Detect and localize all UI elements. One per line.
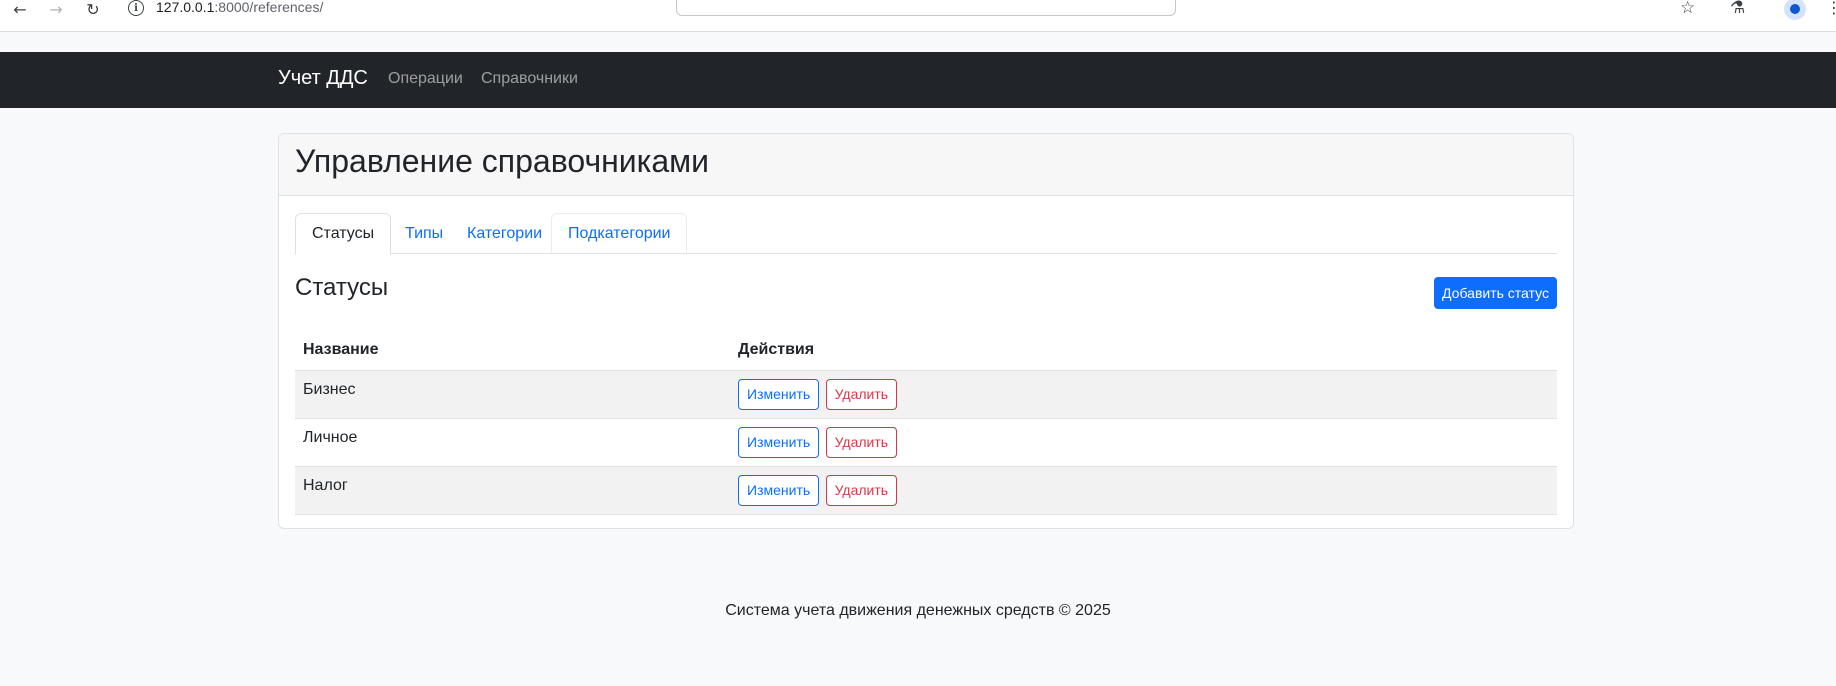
row-actions: Изменить Удалить	[730, 418, 1557, 467]
row-name: Личное	[295, 418, 730, 467]
back-icon[interactable]: ←	[10, 0, 30, 19]
table-row: Налог Изменить Удалить	[295, 466, 1557, 515]
edit-button[interactable]: Изменить	[738, 426, 820, 458]
nav-link-operations[interactable]: Операции	[388, 70, 463, 88]
row-actions: Изменить Удалить	[730, 466, 1557, 515]
table-row: Бизнес Изменить Удалить	[295, 370, 1557, 419]
row-actions: Изменить Удалить	[730, 370, 1557, 419]
section-title: Статусы	[295, 274, 389, 301]
column-header-name: Название	[295, 330, 730, 371]
labs-flask-icon[interactable]: ⚗	[1730, 0, 1745, 18]
forward-icon[interactable]: →	[46, 0, 66, 19]
page-title: Управление справочниками	[295, 143, 710, 179]
browser-toolbar: ← → ↻ i 127.0.0.1:8000/references/ ☆ ⚗ ⋮	[0, 0, 1836, 32]
card-header: Управление справочниками	[279, 134, 1573, 196]
row-name: Бизнес	[295, 370, 730, 419]
bookmark-star-icon[interactable]: ☆	[1680, 0, 1695, 18]
table-header-row: Название Действия	[295, 330, 1557, 371]
delete-button[interactable]: Удалить	[825, 474, 898, 506]
address-bar[interactable]: 127.0.0.1:8000/references/	[156, 0, 323, 15]
site-info-icon[interactable]: i	[128, 0, 144, 16]
tab-statuses[interactable]: Статусы	[295, 213, 392, 255]
omnibox-popup	[676, 0, 1176, 16]
add-status-button[interactable]: Добавить статус	[1434, 277, 1557, 309]
app-navbar: Учет ДДС Операции Справочники	[0, 52, 1836, 108]
column-header-actions: Действия	[730, 330, 1557, 371]
url-path: :8000/references/	[214, 0, 324, 15]
profile-avatar-icon[interactable]	[1784, 0, 1806, 20]
nav-link-references[interactable]: Справочники	[481, 70, 578, 88]
statuses-table: Название Действия Бизнес Изменить Удалит…	[295, 330, 1557, 515]
tab-subcategories[interactable]: Подкатегории	[551, 213, 688, 254]
tab-categories[interactable]: Категории	[450, 213, 559, 254]
delete-button[interactable]: Удалить	[825, 378, 898, 410]
table-row: Личное Изменить Удалить	[295, 418, 1557, 467]
edit-button[interactable]: Изменить	[738, 378, 820, 410]
tab-list: Статусы Типы Категории Подкатегории	[295, 213, 1557, 255]
delete-button[interactable]: Удалить	[825, 426, 898, 458]
navbar-brand[interactable]: Учет ДДС	[278, 67, 368, 90]
footer-text: Система учета движения денежных средств …	[725, 602, 1111, 619]
edit-button[interactable]: Изменить	[738, 474, 820, 506]
reload-icon[interactable]: ↻	[83, 0, 103, 19]
row-name: Налог	[295, 466, 730, 515]
references-card: Управление справочниками Статусы Типы Ка…	[278, 133, 1574, 529]
url-host: 127.0.0.1	[156, 0, 215, 15]
browser-menu-icon[interactable]: ⋮	[1826, 0, 1836, 17]
